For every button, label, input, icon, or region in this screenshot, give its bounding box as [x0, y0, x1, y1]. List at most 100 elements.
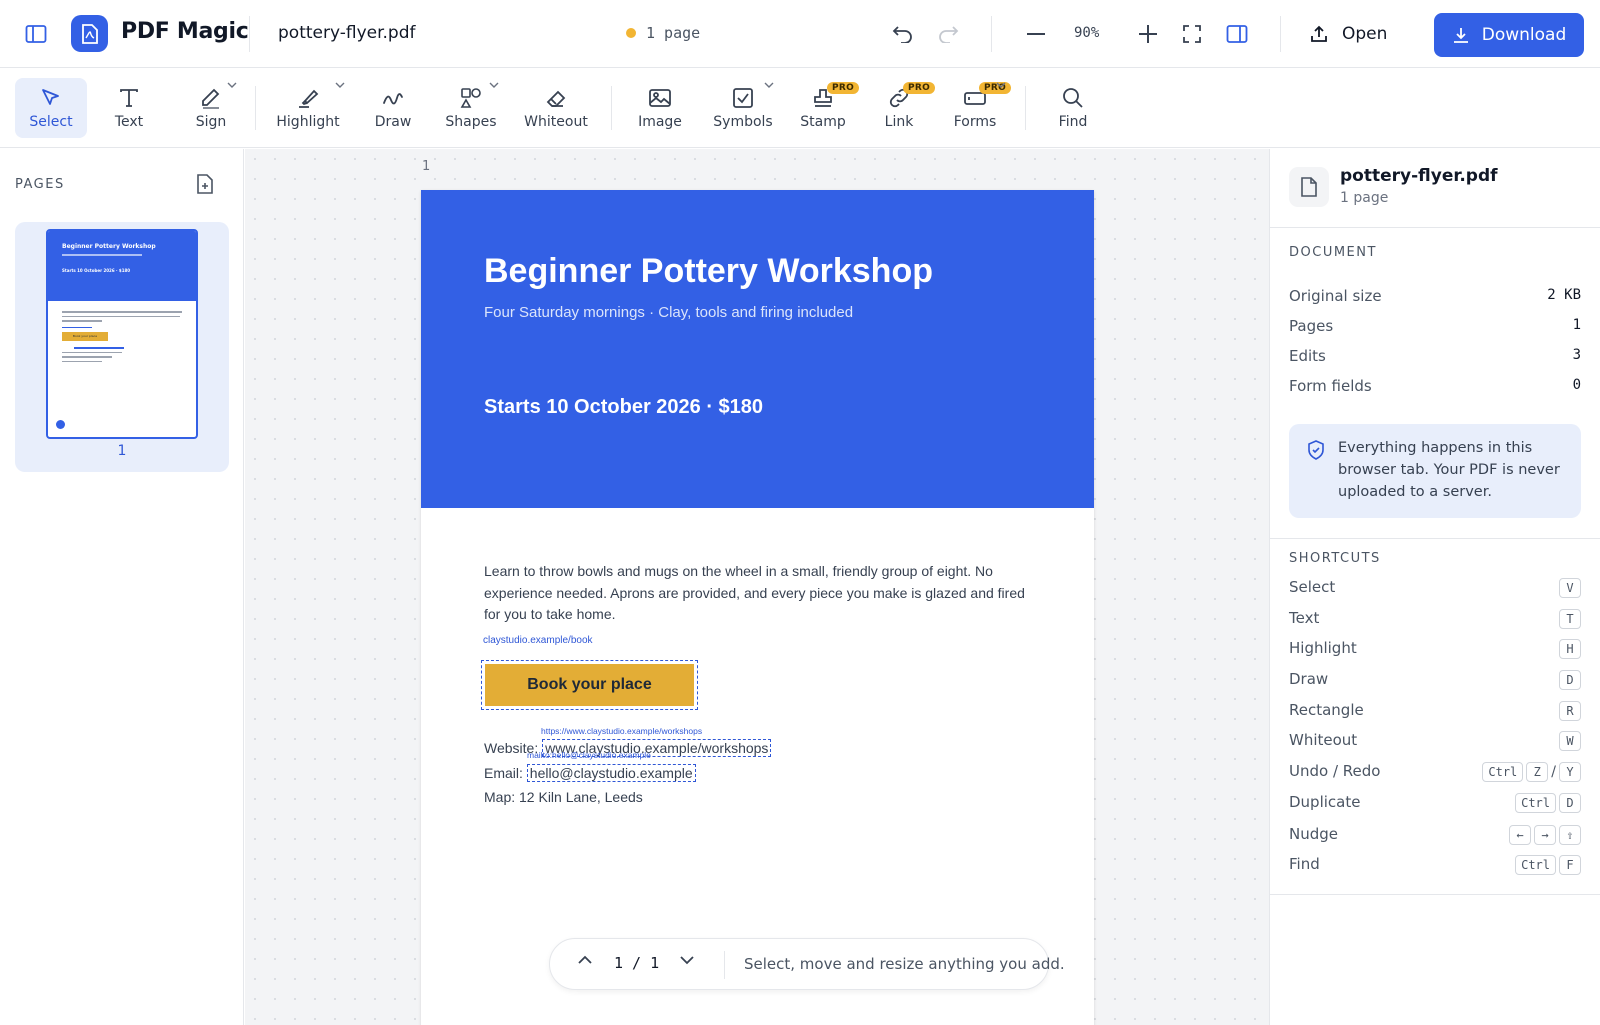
page-thumbnail-card[interactable]: Beginner Pottery Workshop Starts 10 Octo… [15, 222, 229, 472]
divider [1270, 894, 1600, 895]
tool-label: Select [29, 114, 73, 130]
key-cap: Ctrl [1482, 762, 1524, 782]
tool-select[interactable]: Select [15, 78, 87, 138]
page-status: 1 page [626, 24, 700, 42]
page-navigator: 1 / 1 Select, move and resize anything y… [549, 938, 1065, 990]
chevron-up-icon[interactable] [577, 955, 593, 965]
image-icon [649, 89, 671, 107]
shortcut-row: Text T [1289, 609, 1581, 633]
tool-label: Text [114, 114, 144, 130]
shortcut-row: Whiteout W [1289, 731, 1581, 755]
file-icon [1289, 167, 1329, 207]
tool-whiteout[interactable]: Whiteout [514, 78, 598, 138]
chevron-down-icon[interactable] [227, 82, 237, 88]
page-index: 1 [422, 159, 431, 174]
toggle-panel-icon[interactable] [1225, 22, 1249, 46]
unsaved-dot [626, 28, 636, 38]
key-cap: D [1559, 670, 1581, 690]
info-row-pages: Pages 1 [1289, 317, 1581, 335]
thumb-button: Book your place [62, 332, 108, 341]
pdf-page[interactable]: Beginner Pottery Workshop Four Saturday … [421, 190, 1094, 1025]
chevron-down-icon[interactable] [996, 82, 1006, 88]
tool-image[interactable]: Image [626, 78, 694, 138]
key-cap: Ctrl [1515, 793, 1556, 813]
divider [724, 951, 725, 979]
file-name[interactable]: pottery-flyer.pdf [278, 23, 416, 43]
email-link[interactable]: hello@claystudio.example [526, 764, 696, 782]
tool-label: Image [638, 114, 682, 130]
link-annotation-label[interactable]: https://www.claystudio.example/workshops [541, 726, 702, 736]
document-canvas[interactable]: 1 Beginner Pottery Workshop Four Saturda… [245, 149, 1269, 1025]
top-bar: PDF Magic pottery-flyer.pdf 1 page 90% O… [0, 0, 1600, 68]
tool-label: Whiteout [524, 114, 588, 130]
chevron-down-icon[interactable] [764, 82, 774, 88]
search-icon [1063, 88, 1083, 108]
info-value: 3 [1572, 347, 1581, 363]
chevron-down-icon[interactable] [489, 82, 499, 88]
chevron-down-icon[interactable] [679, 955, 695, 965]
flyer-description: Learn to throw bowls and mugs on the whe… [484, 563, 1025, 622]
open-button[interactable]: Open [1310, 16, 1387, 52]
text-icon [120, 89, 138, 107]
highlighter-icon [299, 89, 319, 108]
key-cap: T [1559, 609, 1581, 629]
tool-text[interactable]: Text [96, 78, 162, 138]
tool-bar: Select Text Sign Highlight Draw Shapes W… [0, 68, 1600, 148]
zoom-out-icon[interactable] [1024, 22, 1048, 46]
key-cap: Y [1559, 762, 1581, 782]
tool-stamp[interactable]: PRO Stamp [790, 78, 860, 138]
shortcut-label: Highlight [1289, 639, 1357, 657]
divider [991, 16, 992, 52]
tool-find[interactable]: Find [1040, 78, 1106, 138]
chevron-down-icon[interactable] [335, 82, 345, 88]
shortcut-label: Whiteout [1289, 731, 1358, 749]
pro-badge: PRO [827, 82, 860, 94]
link-annotation-label[interactable]: claystudio.example/book [483, 635, 593, 646]
thumb-date: Starts 10 October 2026 · $180 [62, 268, 131, 273]
page-thumbnail[interactable]: Beginner Pottery Workshop Starts 10 Octo… [46, 229, 198, 439]
undo-icon[interactable] [890, 22, 916, 46]
tool-label: Highlight [276, 114, 340, 130]
shapes-icon [460, 88, 481, 108]
add-page-icon[interactable] [196, 174, 214, 194]
page-count-label: 1 page [646, 24, 701, 42]
info-row-form-fields: Form fields 0 [1289, 377, 1581, 395]
divider [1025, 86, 1026, 130]
email-label: Email: [484, 765, 523, 781]
tool-link[interactable]: PRO Link [868, 78, 936, 138]
key-cap: W [1559, 731, 1581, 751]
book-button: Book your place [485, 664, 694, 706]
tool-hint: Select, move and resize anything you add… [744, 955, 1065, 973]
flyer-date-price: Starts 10 October 2026 · $180 [484, 396, 764, 418]
shortcut-label: Select [1289, 578, 1336, 596]
flyer-title: Beginner Pottery Workshop [484, 252, 933, 290]
shortcut-row: Highlight H [1289, 639, 1581, 663]
book-button-link-annotation[interactable]: Book your place [481, 660, 698, 710]
divider [1270, 538, 1600, 539]
open-label: Open [1342, 24, 1388, 44]
zoom-in-icon[interactable] [1136, 22, 1160, 46]
link-annotation-label[interactable]: mailto:hello@claystudio.example [527, 750, 651, 760]
key-cap: R [1559, 701, 1581, 721]
map-value: 12 Kiln Lane, Leeds [519, 789, 643, 805]
tool-draw[interactable]: Draw [360, 78, 426, 138]
shortcut-label: Text [1289, 609, 1320, 627]
page-counter: 1 / 1 [614, 954, 660, 972]
download-icon [1453, 28, 1468, 43]
info-value: 1 [1572, 317, 1581, 333]
tool-label: Find [1058, 114, 1088, 130]
fullscreen-icon[interactable] [1180, 22, 1204, 46]
key-cap: D [1559, 793, 1581, 813]
map-line: Map: 12 Kiln Lane, Leeds [484, 789, 643, 805]
divider [255, 86, 256, 130]
app-title: PDF Magic [121, 19, 249, 44]
info-value: 0 [1572, 377, 1581, 393]
tool-highlight[interactable]: Highlight [272, 78, 344, 138]
download-button[interactable]: Download [1434, 13, 1584, 57]
pro-badge: PRO [903, 82, 936, 94]
toggle-sidebar-icon[interactable] [24, 22, 48, 46]
redo-icon[interactable] [935, 22, 961, 46]
shortcut-row: Rectangle R [1289, 701, 1581, 725]
zoom-level[interactable]: 90% [1074, 25, 1099, 41]
shortcuts-heading: SHORTCUTS [1289, 551, 1381, 566]
